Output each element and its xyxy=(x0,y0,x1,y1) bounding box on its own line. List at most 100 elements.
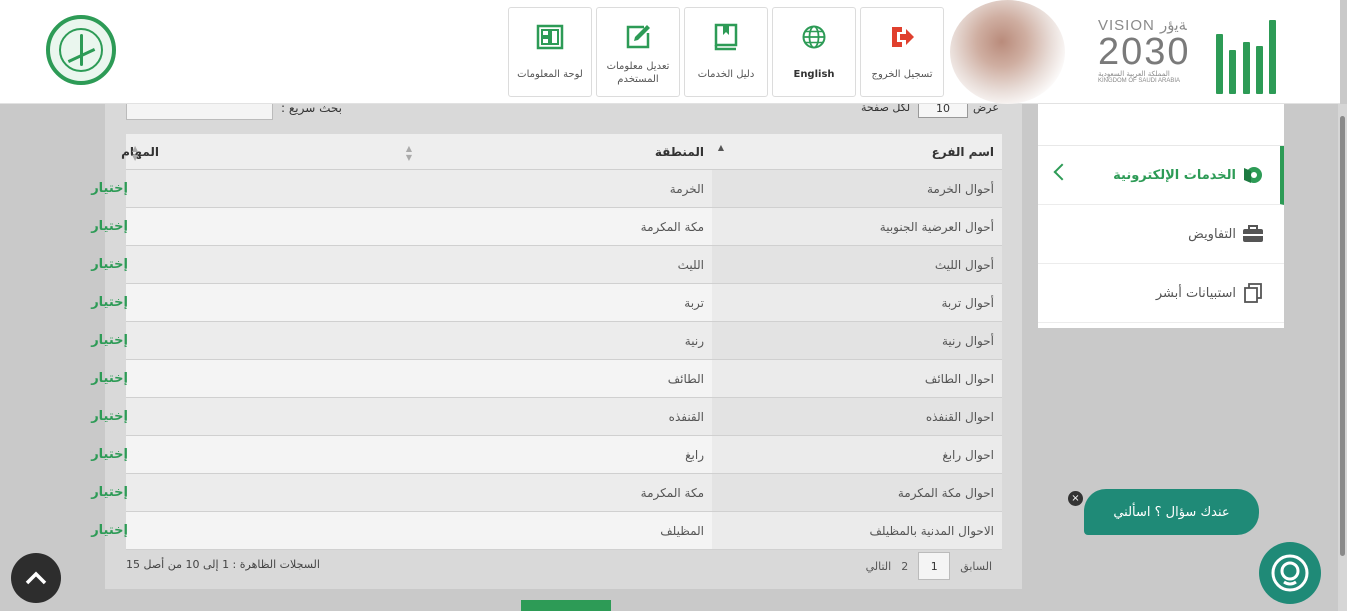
branches-table: اسم الفرع المنطقة ▲ المهام ▲ ▼ ▲ ▼ أحوال ا… xyxy=(91,134,1002,550)
vision-year: 2030 xyxy=(1098,31,1191,73)
header-nav: لوحة المعلومات تعديل معلومات المستخدم دل… xyxy=(508,7,944,97)
nav-dashboard-label: لوحة المعلومات xyxy=(517,69,583,80)
absher-logo[interactable] xyxy=(1216,10,1276,94)
scroll-to-top-button[interactable] xyxy=(11,553,61,603)
nav-services-guide-button[interactable]: دليل الخدمات xyxy=(684,7,768,97)
chatbot-face-icon xyxy=(1271,554,1309,592)
sidebar-item-eservices[interactable]: الخدمات الإلكترونية xyxy=(1038,146,1284,205)
cell-tasks: إختيار xyxy=(91,170,427,207)
pagination-next[interactable]: التالي xyxy=(866,560,892,573)
cell-region: رابغ xyxy=(685,447,704,462)
cell-region: القنفذه xyxy=(668,409,704,424)
cell-branch: احوال رابغ xyxy=(712,436,1002,473)
cell-region: الليث xyxy=(677,257,704,272)
column-header-tasks[interactable]: المهام ▲ ▼ ▲ ▼ xyxy=(121,134,427,169)
nav-logout-label: تسجيل الخروج xyxy=(871,69,933,80)
cell-region: المظيلف xyxy=(660,523,704,538)
pagination: السابق 1 2 التالي xyxy=(866,552,992,580)
briefcase-icon xyxy=(1242,225,1264,243)
chat-prompt-bubble[interactable]: عندك سؤال ؟ اسألني xyxy=(1084,489,1259,535)
cell-tasks: إختيار xyxy=(91,474,427,511)
table-footer: السابق 1 2 التالي السجلات الظاهرة : 1 إل… xyxy=(126,552,1002,586)
table-row: أحوال العرضية الجنوبية مكة المكرمة إختيار xyxy=(91,208,1002,246)
sort-both-icon: ▲ ▼ xyxy=(405,144,412,162)
cell-region: مكة المكرمة xyxy=(640,219,704,234)
table-header: اسم الفرع المنطقة ▲ المهام ▲ ▼ ▲ ▼ xyxy=(121,134,1002,170)
nav-logout-button[interactable]: تسجيل الخروج xyxy=(860,7,944,97)
table-row: أحوال الليث الليث إختيار xyxy=(91,246,1002,284)
sidebar-item-label: استبيانات أبشر xyxy=(1155,285,1236,301)
vision-kingdom-en: KINGDOM OF SAUDI ARABIA xyxy=(1098,78,1181,84)
cell-region: مكة المكرمة xyxy=(640,485,704,500)
nav-dashboard-button[interactable]: لوحة المعلومات xyxy=(508,7,592,97)
palm-swords-icon xyxy=(59,28,103,72)
nav-english-label: English xyxy=(793,69,835,80)
chat-prompt-text: عندك سؤال ؟ اسألني xyxy=(1113,504,1230,520)
cell-branch: أحوال رنية xyxy=(712,322,1002,359)
pagination-page-2[interactable]: 2 xyxy=(901,560,908,573)
select-link[interactable]: إختيار xyxy=(91,447,128,462)
cell-tasks: إختيار xyxy=(91,512,427,549)
cell-branch: أحوال الخرمة xyxy=(712,170,1002,207)
records-info: السجلات الظاهرة : 1 إلى 10 من أصل 15 xyxy=(126,558,320,571)
column-header-region[interactable]: المنطقة ▲ xyxy=(427,134,724,169)
sidebar-item-surveys[interactable]: استبيانات أبشر xyxy=(1038,264,1284,323)
chat-bot-button[interactable] xyxy=(1259,542,1321,604)
sidebar: الخدمات الإلكترونية التفاويض استبيانات أ… xyxy=(1038,104,1284,328)
sidebar-item-label: الخدمات الإلكترونية xyxy=(1113,167,1236,183)
cell-branch: احوال الطائف xyxy=(712,360,1002,397)
select-link[interactable]: إختيار xyxy=(91,333,128,348)
sidebar-item-label: التفاويض xyxy=(1188,226,1236,242)
nav-edit-user-label: تعديل معلومات المستخدم xyxy=(606,61,670,85)
book-icon xyxy=(711,22,741,52)
cell-tasks: إختيار xyxy=(91,284,427,321)
table-row: أحوال الخرمة الخرمة إختيار xyxy=(91,170,1002,208)
logout-icon xyxy=(887,22,917,52)
select-link[interactable]: إختيار xyxy=(91,371,128,386)
table-row: أحوال تربة تربة إختيار xyxy=(91,284,1002,322)
chevron-up-icon xyxy=(25,571,47,585)
cell-region: الخرمة xyxy=(669,181,704,196)
cell-tasks: إختيار xyxy=(91,322,427,359)
cell-branch: أحوال تربة xyxy=(712,284,1002,321)
sort-both-icon: ▲ ▼ xyxy=(132,144,139,162)
scrollbar-thumb[interactable] xyxy=(1340,116,1345,556)
cell-branch: احوال مكة المكرمة xyxy=(712,474,1002,511)
eservices-icon xyxy=(1242,166,1264,184)
select-link[interactable]: إختيار xyxy=(91,257,128,272)
globe-icon xyxy=(799,22,829,52)
nav-services-guide-label: دليل الخدمات xyxy=(697,69,755,80)
pagination-page-1[interactable]: 1 xyxy=(918,552,951,580)
chevron-left-icon[interactable] xyxy=(1053,163,1071,181)
pagination-prev[interactable]: السابق xyxy=(960,560,992,573)
nav-english-button[interactable]: English xyxy=(772,7,856,97)
cell-branch: أحوال الليث xyxy=(712,246,1002,283)
select-link[interactable]: إختيار xyxy=(91,219,128,234)
cell-tasks: إختيار xyxy=(91,208,427,245)
ministry-seal-logo[interactable] xyxy=(46,15,116,85)
select-link[interactable]: إختيار xyxy=(91,523,128,538)
cell-tasks: إختيار xyxy=(91,436,427,473)
page-scrollbar[interactable] xyxy=(1338,104,1347,611)
copy-icon xyxy=(1242,283,1264,303)
cell-region: رنية xyxy=(684,333,704,348)
user-avatar-blurred[interactable] xyxy=(950,0,1065,104)
table-body: أحوال الخرمة الخرمة إختيار أحوال العرضية ال… xyxy=(91,170,1002,550)
select-link[interactable]: إختيار xyxy=(91,409,128,424)
nav-edit-user-button[interactable]: تعديل معلومات المستخدم xyxy=(596,7,680,97)
select-link[interactable]: إختيار xyxy=(91,485,128,500)
sort-ascending-icon: ▲ xyxy=(717,143,724,152)
cell-branch: الاحوال المدنية بالمظيلف xyxy=(712,512,1002,549)
submit-button[interactable] xyxy=(521,600,611,611)
cell-tasks: إختيار xyxy=(91,398,427,435)
cell-tasks: إختيار xyxy=(91,360,427,397)
table-row: احوال الطائف الطائف إختيار xyxy=(91,360,1002,398)
table-row: الاحوال المدنية بالمظيلف المظيلف إختيار xyxy=(91,512,1002,550)
sidebar-item-delegations[interactable]: التفاويض xyxy=(1038,205,1284,264)
column-header-branch[interactable]: اسم الفرع xyxy=(712,134,1002,169)
select-link[interactable]: إختيار xyxy=(91,295,128,310)
select-link[interactable]: إختيار xyxy=(91,181,128,196)
main-content: عرض 10 لكل صفحة بحث سريع : اسم الفرع الم… xyxy=(91,100,1022,589)
chat-close-button[interactable]: × xyxy=(1068,491,1083,506)
cell-tasks: إختيار xyxy=(91,246,427,283)
